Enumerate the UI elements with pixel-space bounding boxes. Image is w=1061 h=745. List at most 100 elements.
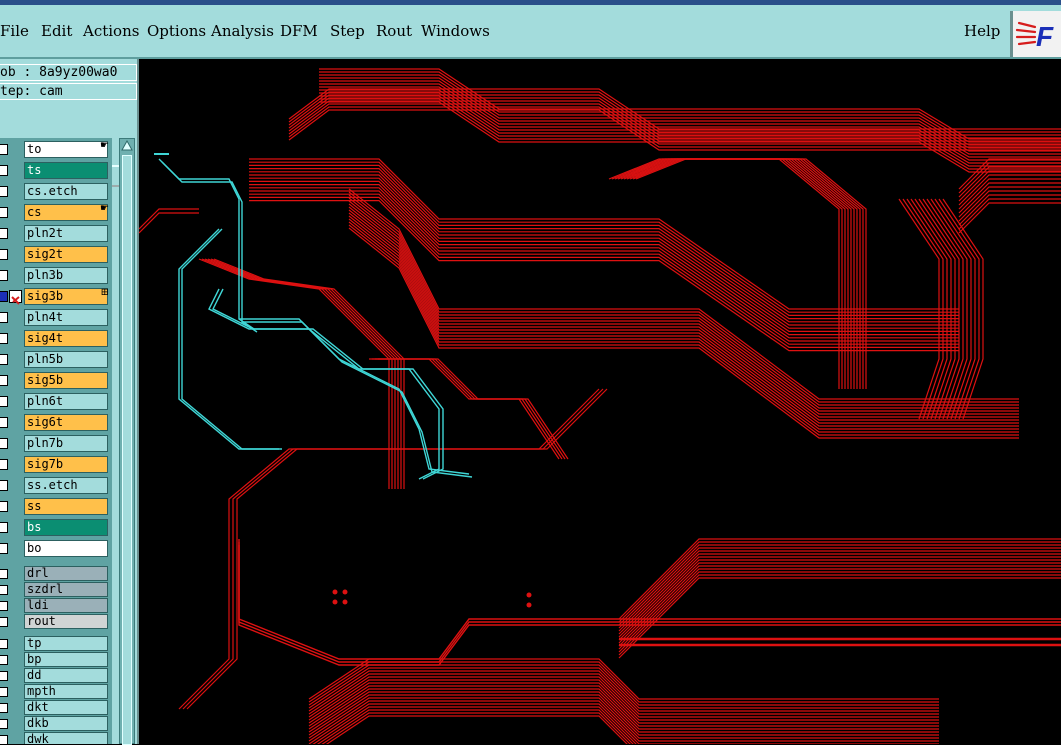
layer-row-dwk[interactable]: dwk [0,732,112,744]
layer-row-pln3b[interactable]: pln3b [0,266,112,286]
layer-label[interactable]: ss.etch [24,477,108,494]
layer-checkbox[interactable] [0,687,8,697]
layer-label[interactable]: sig3b [24,288,108,305]
layer-label[interactable]: bp [24,652,108,667]
layer-label[interactable]: pln4t [24,309,108,326]
layer-label[interactable]: sig5b [24,372,108,389]
layer-checkbox[interactable] [0,249,8,260]
layer-label[interactable]: sig7b [24,456,108,473]
layer-label[interactable]: rout [24,614,108,629]
layer-row-pln4t[interactable]: pln4t [0,308,112,328]
menu-help[interactable]: Help [964,22,1000,40]
layer-row-cs-etch[interactable]: cs.etch [0,182,112,202]
layer-checkbox[interactable] [0,719,8,729]
layer-row-mpth[interactable]: mpth [0,684,112,700]
layer-label[interactable]: ldi [24,598,108,613]
layer-label[interactable]: cs [24,204,108,221]
layer-checkbox[interactable] [0,703,8,713]
layer-label[interactable]: pln6t [24,393,108,410]
menu-file[interactable]: File [0,22,29,40]
layer-row-pln7b[interactable]: pln7b [0,434,112,454]
layer-row-sig7b[interactable]: sig7b [0,455,112,475]
layer-checkbox[interactable] [0,144,8,155]
layer-checkbox[interactable] [0,375,8,386]
layer-checkbox[interactable] [0,354,8,365]
layer-row-ss[interactable]: ss [0,497,112,517]
menu-rout[interactable]: Rout [376,22,412,40]
layer-checkbox[interactable] [0,601,8,611]
layer-checkbox[interactable] [0,270,8,281]
layer-row-bp[interactable]: bp [0,652,112,668]
layer-list-scrollbar[interactable] [119,138,135,745]
layer-row-dd[interactable]: dd [0,668,112,684]
layer-label[interactable]: bo [24,540,108,557]
layer-row-sig4t[interactable]: sig4t [0,329,112,349]
layer-label[interactable]: sig6t [24,414,108,431]
layer-checkbox[interactable] [0,291,8,302]
scroll-thumb[interactable] [122,155,132,745]
layer-row-sig3b[interactable]: sig3b ⊞ [0,287,112,307]
layer-row-dkt[interactable]: dkt [0,700,112,716]
menu-actions[interactable]: Actions [83,22,139,40]
layer-label[interactable]: dkt [24,700,108,715]
layer-label[interactable]: dd [24,668,108,683]
layer-row-sig2t[interactable]: sig2t [0,245,112,265]
layer-row-sig5b[interactable]: sig5b [0,371,112,391]
layer-row-ts[interactable]: ts [0,161,112,181]
menu-options[interactable]: Options [147,22,206,40]
layer-checkbox[interactable] [0,396,8,407]
layer-label[interactable]: dwk [24,732,108,744]
layer-checkbox[interactable] [0,501,8,512]
layer-row-bo[interactable]: bo [0,539,112,559]
layer-row-pln6t[interactable]: pln6t [0,392,112,412]
layer-label[interactable]: to [24,141,108,158]
menu-edit[interactable]: Edit [41,22,72,40]
layer-checkbox[interactable] [0,639,8,649]
layer-label[interactable]: bs [24,519,108,536]
layer-checkbox[interactable] [0,543,8,554]
layer-checkbox[interactable] [0,207,8,218]
menu-windows[interactable]: Windows [421,22,490,40]
layer-checkbox[interactable] [0,186,8,197]
layer-row-dkb[interactable]: dkb [0,716,112,732]
menu-dfm[interactable]: DFM [280,22,318,40]
layer-checkbox[interactable] [0,165,8,176]
layer-row-ldi[interactable]: ldi [0,598,112,614]
layer-row-pln2t[interactable]: pln2t [0,224,112,244]
layer-checkbox[interactable] [0,671,8,681]
layer-checkbox[interactable] [0,655,8,665]
layer-checkbox[interactable] [0,459,8,470]
pcb-graphic-canvas[interactable] [139,59,1061,744]
layer-label[interactable]: pln2t [24,225,108,242]
layer-row-drl[interactable]: drl [0,566,112,582]
layer-checkbox[interactable] [0,438,8,449]
layer-label[interactable]: mpth [24,684,108,699]
layer-label[interactable]: tp [24,636,108,651]
layer-checkbox[interactable] [0,735,8,744]
layer-checkbox[interactable] [0,312,8,323]
layer-label[interactable]: pln3b [24,267,108,284]
layer-checkbox[interactable] [0,228,8,239]
layer-label[interactable]: cs.etch [24,183,108,200]
layer-checkbox[interactable] [0,569,8,579]
layer-row-to[interactable]: to ☛ [0,140,112,160]
layer-label[interactable]: sig2t [24,246,108,263]
layer-label[interactable]: ss [24,498,108,515]
layer-checkbox[interactable] [0,522,8,533]
layer-row-pln5b[interactable]: pln5b [0,350,112,370]
layer-checkbox[interactable] [0,617,8,627]
layer-label[interactable]: pln7b [24,435,108,452]
layer-label[interactable]: szdrl [24,582,108,597]
layer-row-bs[interactable]: bs [0,518,112,538]
layer-checkbox[interactable] [0,585,8,595]
layer-row-tp[interactable]: tp [0,636,112,652]
layer-checkbox[interactable] [0,417,8,428]
layer-checkbox[interactable] [0,480,8,491]
layer-label[interactable]: ts [24,162,108,179]
layer-row-cs[interactable]: cs ☛ [0,203,112,223]
scroll-up-icon[interactable] [120,139,134,153]
layer-row-szdrl[interactable]: szdrl [0,582,112,598]
menu-step[interactable]: Step [330,22,365,40]
layer-row-sig6t[interactable]: sig6t [0,413,112,433]
layer-row-rout[interactable]: rout [0,614,112,630]
